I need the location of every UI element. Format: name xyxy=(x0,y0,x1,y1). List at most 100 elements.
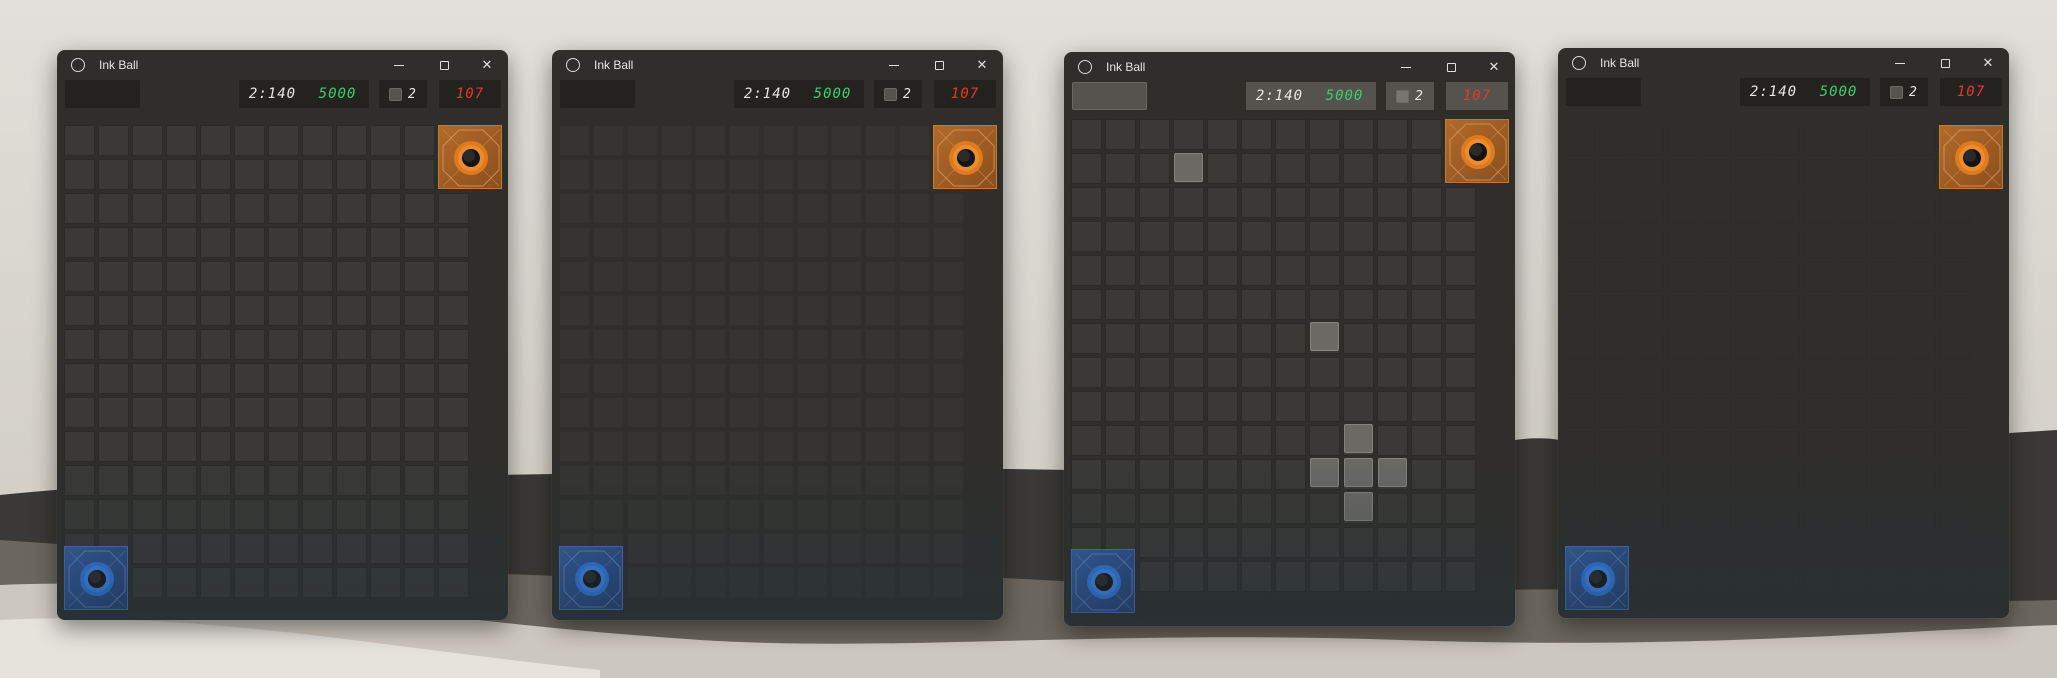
grid-cell xyxy=(627,363,658,394)
maximize-button[interactable] xyxy=(429,54,459,76)
grid-cell xyxy=(627,567,658,598)
grid-cell xyxy=(627,159,658,190)
grid-cell xyxy=(234,125,265,156)
grid-cell xyxy=(268,363,299,394)
maximize-button[interactable] xyxy=(1436,56,1466,78)
grid-cell xyxy=(234,397,265,428)
grid-cell xyxy=(438,533,469,564)
grid-cell xyxy=(763,533,794,564)
grid-cell xyxy=(404,397,435,428)
grid-cell xyxy=(1905,227,1936,258)
maximize-button[interactable] xyxy=(924,54,954,76)
grid-cell xyxy=(695,431,726,462)
grid-cell xyxy=(1667,227,1698,258)
inkball-window-1[interactable]: Ink Ball ✕ 2:140 5000 2 107 xyxy=(57,50,508,620)
title-bar[interactable]: Ink Ball ✕ xyxy=(1064,52,1515,82)
game-board[interactable] xyxy=(1071,119,1510,619)
minimize-icon xyxy=(889,64,899,66)
grid-cell xyxy=(1871,159,1902,190)
grid-cell xyxy=(1599,499,1630,530)
inkball-window-4[interactable]: Ink Ball ✕ 2:140 5000 2 107 xyxy=(1558,48,2009,618)
grid-cell xyxy=(797,397,828,428)
grid-cell xyxy=(234,363,265,394)
minimize-button[interactable] xyxy=(879,54,909,76)
grid-cell xyxy=(1173,187,1204,218)
grid-cell xyxy=(797,227,828,258)
grid-cell xyxy=(1871,125,1902,156)
grid-cell xyxy=(559,431,590,462)
blue-hole-icon xyxy=(1569,550,1627,608)
grid-cell xyxy=(1071,357,1102,388)
grid-cell xyxy=(1667,159,1698,190)
grid-cell xyxy=(661,159,692,190)
grid-cell xyxy=(1207,357,1238,388)
ball-count-toggle[interactable]: 2 xyxy=(874,80,922,108)
grid-cell xyxy=(200,533,231,564)
grid-cell xyxy=(1667,295,1698,326)
grid-cell xyxy=(1241,527,1272,558)
grid-cell xyxy=(1071,289,1102,320)
grid-cell xyxy=(559,329,590,360)
grid-cell xyxy=(1701,125,1732,156)
grid-cell xyxy=(336,125,367,156)
ball-count-toggle[interactable]: 2 xyxy=(1880,78,1928,106)
grid-cell xyxy=(1837,295,1868,326)
grid-cell xyxy=(1735,295,1766,326)
grid-cell xyxy=(1803,431,1834,462)
inkball-window-2[interactable]: Ink Ball ✕ 2:140 5000 2 107 xyxy=(552,50,1003,620)
grid-cell xyxy=(559,193,590,224)
grid-cell xyxy=(593,295,624,326)
window-title: Ink Ball xyxy=(99,58,139,72)
grid-cell xyxy=(438,193,469,224)
grid-cell xyxy=(166,465,197,496)
game-board[interactable] xyxy=(559,125,998,615)
title-bar[interactable]: Ink Ball ✕ xyxy=(57,50,508,80)
maximize-button[interactable] xyxy=(1930,52,1960,74)
ball-count-toggle[interactable]: 2 xyxy=(1386,82,1434,110)
grid-cell xyxy=(404,159,435,190)
grid-cell xyxy=(1173,493,1204,524)
grid-cell xyxy=(1735,397,1766,428)
title-bar[interactable]: Ink Ball ✕ xyxy=(1558,48,2009,78)
toolbar: 2:140 5000 2 107 xyxy=(57,80,508,118)
grid-cell xyxy=(1565,261,1596,292)
grid-cell xyxy=(899,295,930,326)
level-display: 107 xyxy=(1940,78,2002,106)
grid-cell xyxy=(1309,357,1340,388)
grid-cell xyxy=(729,431,760,462)
grid-cell xyxy=(1769,397,1800,428)
game-board[interactable] xyxy=(1565,125,2004,615)
grid-cell xyxy=(1343,527,1374,558)
close-button[interactable]: ✕ xyxy=(1479,56,1509,78)
grid-cell xyxy=(132,227,163,258)
grid-cell xyxy=(1701,261,1732,292)
grid-cell xyxy=(64,261,95,292)
grid-cell xyxy=(1667,431,1698,462)
grid-cell xyxy=(370,159,401,190)
title-bar[interactable]: Ink Ball ✕ xyxy=(552,50,1003,80)
grid-cell xyxy=(1411,289,1442,320)
close-button[interactable]: ✕ xyxy=(1973,52,2003,74)
grid-cell xyxy=(234,329,265,360)
grid-cell xyxy=(1377,561,1408,592)
close-button[interactable]: ✕ xyxy=(472,54,502,76)
inkball-window-3[interactable]: Ink Ball ✕ 2:140 5000 2 107 xyxy=(1064,52,1515,626)
grid-cell xyxy=(1309,255,1340,286)
grid-cell xyxy=(695,533,726,564)
circle-icon xyxy=(566,58,580,72)
grid-cell xyxy=(593,329,624,360)
minimize-button[interactable] xyxy=(1885,52,1915,74)
grid-cell xyxy=(1633,431,1664,462)
grid-cell xyxy=(1139,459,1170,490)
game-board[interactable] xyxy=(64,125,503,615)
close-button[interactable]: ✕ xyxy=(967,54,997,76)
grid-cell xyxy=(98,261,129,292)
grid-cell xyxy=(1735,567,1766,598)
grid-cell xyxy=(695,567,726,598)
orange-hole-icon xyxy=(1943,129,2001,187)
ball-count-toggle[interactable]: 2 xyxy=(379,80,427,108)
grid-cell xyxy=(695,125,726,156)
minimize-button[interactable] xyxy=(384,54,414,76)
grid-cell xyxy=(1871,431,1902,462)
minimize-button[interactable] xyxy=(1391,56,1421,78)
